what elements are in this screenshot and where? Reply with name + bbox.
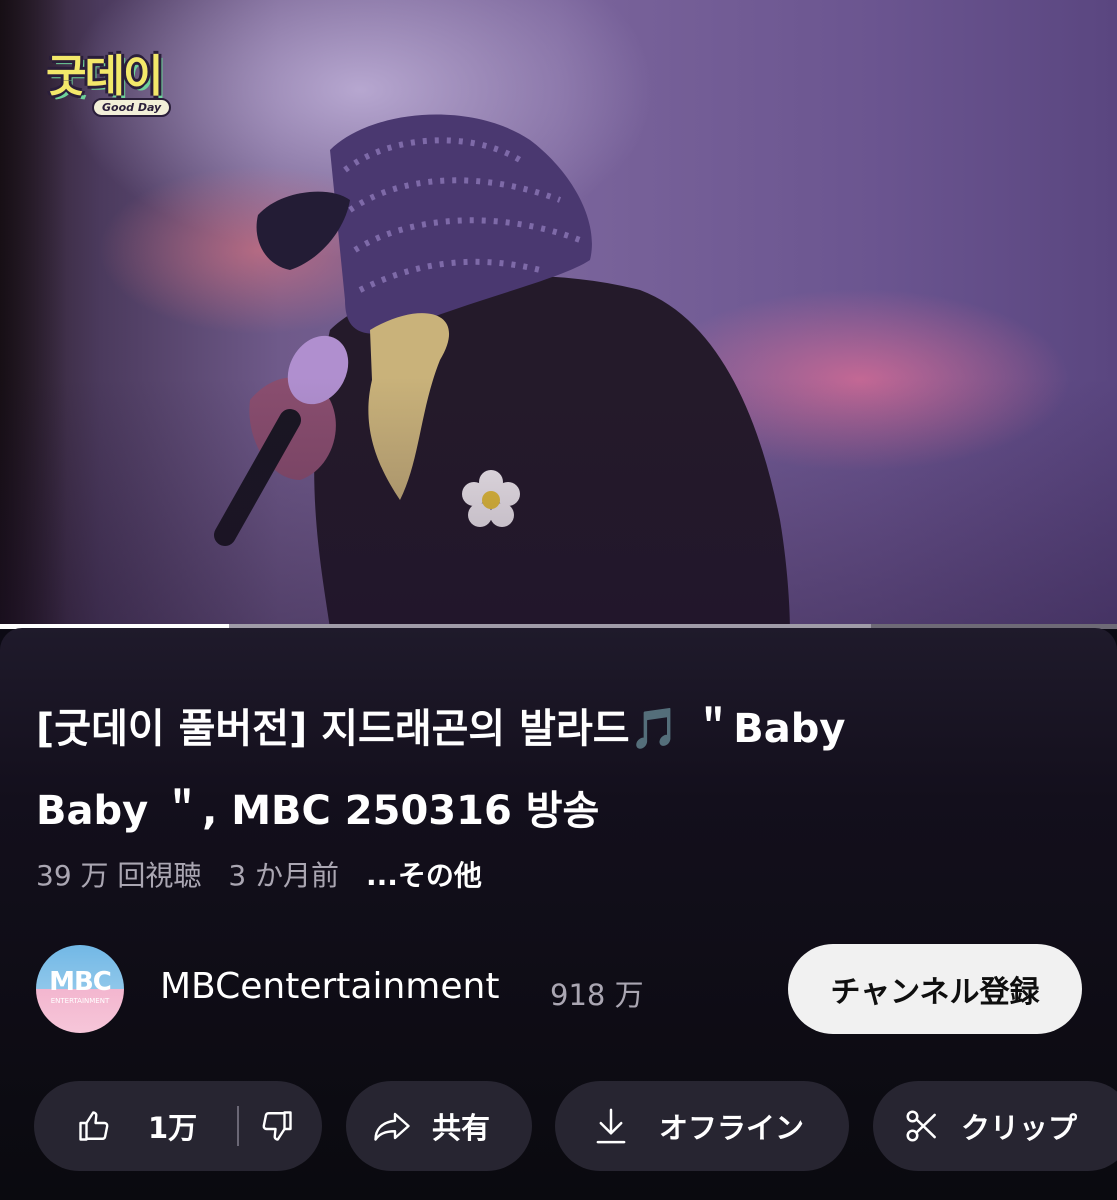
clip-label: クリップ (961, 1111, 1078, 1145)
like-divider (237, 1106, 240, 1146)
upload-age: 3 か月前 (228, 859, 340, 892)
video-title[interactable]: [굿데이 풀버전] 지드래곤의 발라드🎵 ＂Baby Baby ＂, MBC 2… (36, 688, 1036, 852)
download-icon (596, 1108, 626, 1144)
like-count: 1万 (148, 1111, 198, 1145)
video-title-line-2: Baby ＂, MBC 250316 방송 (36, 788, 600, 834)
video-player[interactable]: 굿데이 Good Day (0, 0, 1117, 628)
action-bar: 1万 共有 オフライン クリップ (34, 1081, 1117, 1171)
subscribe-button[interactable]: チャンネル登録 (788, 944, 1082, 1034)
dislike-button[interactable] (259, 1081, 295, 1171)
show-logo-text: 굿데이 (46, 51, 163, 102)
offline-download-button[interactable]: オフライン (555, 1081, 849, 1171)
avatar-logo-subtext: ENTERTAINMENT (50, 997, 110, 1005)
share-arrow-icon (374, 1112, 410, 1141)
show-logo-subtitle: Good Day (92, 98, 172, 117)
subscriber-count: 918 万 (550, 978, 644, 1012)
share-label: 共有 (432, 1111, 491, 1145)
view-count: 39 万 回視聴 (36, 859, 202, 892)
like-dislike-group: 1万 (34, 1081, 322, 1171)
offline-label: オフライン (659, 1111, 805, 1145)
show-logo: 굿데이 Good Day (46, 40, 186, 122)
channel-name[interactable]: MBCentertainment (160, 966, 499, 1007)
video-meta[interactable]: 39 万 回視聴 3 か月前 ...その他 (36, 854, 500, 894)
share-button[interactable]: 共有 (346, 1081, 532, 1171)
video-title-line-1: [굿데이 풀버전] 지드래곤의 발라드🎵 ＂Baby (36, 706, 846, 752)
thumbs-down-icon (262, 1111, 292, 1141)
channel-avatar[interactable]: MBC ENTERTAINMENT (36, 945, 124, 1033)
like-button[interactable]: 1万 (34, 1081, 197, 1171)
clip-button[interactable]: クリップ (873, 1081, 1117, 1171)
avatar-logo-text: MBC (49, 967, 112, 997)
thumbs-up-icon (79, 1111, 109, 1141)
scissors-icon (906, 1110, 936, 1142)
more-link[interactable]: ...その他 (366, 859, 482, 892)
channel-row: MBC ENTERTAINMENT MBCentertainment 918 万… (36, 944, 1086, 1034)
